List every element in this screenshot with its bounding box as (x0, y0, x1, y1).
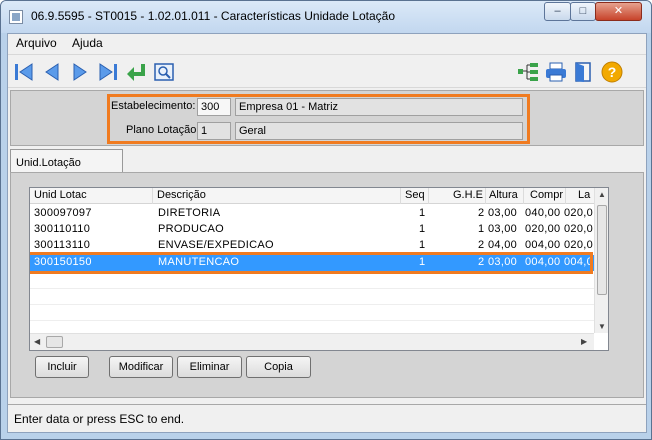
cell-seq: 1 (419, 239, 426, 251)
copia-button[interactable]: Copia (246, 356, 311, 378)
status-text: Enter data or press ESC to end. (14, 412, 185, 426)
cell-compr: 020,00 (525, 223, 561, 235)
help-glyph: ? (608, 64, 617, 80)
cell-la: 020,0 (564, 223, 594, 235)
column-separator[interactable] (485, 188, 486, 204)
column-altura[interactable]: Altura (489, 189, 518, 201)
cell-compr: 004,00 (525, 239, 561, 251)
scroll-up-icon[interactable]: ▲ (598, 190, 606, 199)
toolbar: ? (8, 54, 646, 88)
tab-unid-lotacao[interactable]: Unid.Lotação (10, 149, 123, 174)
exit-icon[interactable] (572, 61, 596, 83)
cell-descricao: PRODUCAO (158, 223, 224, 235)
column-la[interactable]: La (578, 189, 590, 201)
column-separator[interactable] (523, 188, 524, 204)
cell-unid-lotac: 300113110 (34, 239, 91, 251)
highlight-box-header (107, 94, 530, 144)
column-separator[interactable] (152, 188, 153, 204)
help-icon[interactable]: ? (600, 61, 624, 83)
last-record-icon[interactable] (96, 61, 120, 83)
column-unid-lotac[interactable]: Unid Lotac (34, 189, 87, 201)
column-separator[interactable] (400, 188, 401, 204)
column-separator[interactable] (428, 188, 429, 204)
previous-record-icon[interactable] (40, 61, 64, 83)
menu-arquivo[interactable]: Arquivo (16, 36, 57, 50)
table-row[interactable]: 300097097 DIRETORIA 1 2 03,00 040,00 020… (30, 206, 594, 222)
status-bar: Enter data or press ESC to end. (8, 404, 646, 432)
eliminar-button[interactable]: Eliminar (177, 356, 242, 378)
cell-unid-lotac: 300097097 (34, 207, 92, 219)
scroll-left-icon[interactable]: ◀ (34, 337, 40, 346)
search-icon[interactable] (152, 61, 176, 83)
scroll-right-icon[interactable]: ▶ (581, 337, 587, 346)
scroll-down-icon[interactable]: ▼ (598, 322, 606, 331)
application-window: 06.9.5595 - ST0015 - 1.02.01.011 - Carac… (0, 0, 652, 440)
app-icon (9, 10, 23, 24)
structure-icon[interactable] (516, 61, 540, 83)
cell-la: 020,0 (564, 239, 594, 251)
cell-descricao: ENVASE/EXPEDICAO (158, 239, 274, 251)
grid-line (30, 320, 594, 321)
tab-panel: Unid Lotac Descrição Seq G.H.E Altura Co… (10, 172, 644, 398)
return-icon[interactable] (124, 61, 148, 83)
table-row[interactable]: 300110110 PRODUCAO 1 1 03,00 020,00 020,… (30, 222, 594, 238)
column-separator[interactable] (565, 188, 566, 204)
menu-ajuda[interactable]: Ajuda (72, 36, 103, 50)
cell-altura: 03,00 (488, 223, 518, 235)
grid-line (30, 288, 594, 289)
vertical-scroll-thumb[interactable] (597, 205, 607, 295)
close-button[interactable]: ✕ (595, 2, 642, 21)
cell-unid-lotac: 300110110 (34, 223, 91, 235)
incluir-button[interactable]: Incluir (35, 356, 89, 378)
grid-header: Unid Lotac Descrição Seq G.H.E Altura Co… (30, 188, 594, 204)
title-bar[interactable]: 06.9.5595 - ST0015 - 1.02.01.011 - Carac… (1, 1, 651, 33)
column-seq[interactable]: Seq (405, 189, 425, 201)
minimize-button[interactable]: – (544, 2, 571, 21)
modificar-button[interactable]: Modificar (109, 356, 173, 378)
vertical-scrollbar[interactable]: ▲ ▼ (594, 188, 608, 333)
horizontal-scroll-thumb[interactable] (46, 336, 63, 348)
column-compr[interactable]: Compr (530, 189, 563, 201)
cell-seq: 1 (419, 207, 426, 219)
window-title: 06.9.5595 - ST0015 - 1.02.01.011 - Carac… (31, 9, 396, 23)
highlight-box-row (30, 252, 593, 274)
first-record-icon[interactable] (12, 61, 36, 83)
cell-altura: 04,00 (488, 239, 518, 251)
menu-bar: Arquivo Ajuda (8, 34, 646, 53)
client-area: Arquivo Ajuda ? Estabelecimento: 300 Emp… (7, 33, 647, 433)
column-ghe[interactable]: G.H.E (453, 189, 483, 201)
cell-descricao: DIRETORIA (158, 207, 221, 219)
print-icon[interactable] (544, 61, 568, 83)
cell-compr: 040,00 (525, 207, 561, 219)
grid-line (30, 304, 594, 305)
next-record-icon[interactable] (68, 61, 92, 83)
cell-seq: 1 (419, 223, 426, 235)
cell-la: 020,0 (564, 207, 594, 219)
horizontal-scrollbar[interactable]: ◀ ▶ (30, 333, 594, 350)
cell-altura: 03,00 (488, 207, 518, 219)
header-panel: Estabelecimento: 300 Empresa 01 - Matriz… (10, 90, 644, 146)
cell-ghe: 2 (478, 239, 485, 251)
cell-ghe: 2 (478, 207, 485, 219)
column-descricao[interactable]: Descrição (157, 189, 206, 201)
cell-ghe: 1 (478, 223, 485, 235)
maximize-button[interactable]: □ (570, 2, 596, 21)
data-grid[interactable]: Unid Lotac Descrição Seq G.H.E Altura Co… (29, 187, 609, 351)
